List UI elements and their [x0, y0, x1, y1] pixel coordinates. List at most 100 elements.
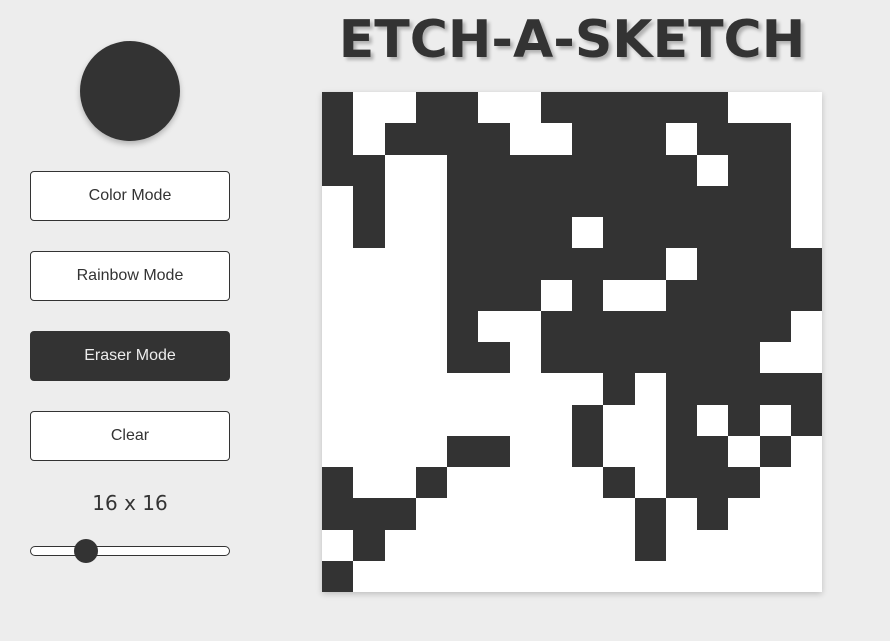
grid-cell[interactable] — [572, 310, 604, 342]
grid-cell[interactable] — [728, 92, 760, 124]
grid-cell[interactable] — [790, 342, 822, 374]
color-picker[interactable] — [80, 41, 180, 141]
grid-cell[interactable] — [509, 560, 541, 592]
grid-cell[interactable] — [384, 279, 416, 311]
grid-cell[interactable] — [353, 217, 385, 249]
grid-cell[interactable] — [322, 435, 354, 467]
grid-cell[interactable] — [790, 529, 822, 561]
grid-cell[interactable] — [697, 529, 729, 561]
grid-cell[interactable] — [384, 92, 416, 124]
grid-cell[interactable] — [603, 92, 635, 124]
grid-cell[interactable] — [509, 435, 541, 467]
grid-cell[interactable] — [572, 467, 604, 499]
grid-cell[interactable] — [603, 279, 635, 311]
grid-cell[interactable] — [384, 342, 416, 374]
grid-cell[interactable] — [572, 498, 604, 530]
grid-cell[interactable] — [728, 217, 760, 249]
grid-cell[interactable] — [540, 92, 572, 124]
grid-cell[interactable] — [572, 373, 604, 405]
grid-cell[interactable] — [665, 342, 697, 374]
grid-cell[interactable] — [665, 467, 697, 499]
grid-cell[interactable] — [728, 467, 760, 499]
grid-cell[interactable] — [572, 154, 604, 186]
grid-cell[interactable] — [447, 279, 479, 311]
grid-cell[interactable] — [634, 248, 666, 280]
grid-cell[interactable] — [572, 404, 604, 436]
grid-cell[interactable] — [415, 123, 447, 155]
grid-cell[interactable] — [665, 185, 697, 217]
grid-cell[interactable] — [322, 92, 354, 124]
grid-cell[interactable] — [572, 123, 604, 155]
grid-cell[interactable] — [478, 435, 510, 467]
grid-cell[interactable] — [353, 123, 385, 155]
grid-cell[interactable] — [415, 92, 447, 124]
grid-cell[interactable] — [415, 342, 447, 374]
grid-cell[interactable] — [478, 310, 510, 342]
grid-cell[interactable] — [603, 467, 635, 499]
grid-cell[interactable] — [353, 560, 385, 592]
grid-cell[interactable] — [540, 185, 572, 217]
grid-cell[interactable] — [697, 217, 729, 249]
grid-cell[interactable] — [478, 373, 510, 405]
grid-cell[interactable] — [790, 185, 822, 217]
grid-cell[interactable] — [603, 373, 635, 405]
grid-cell[interactable] — [322, 560, 354, 592]
grid-cell[interactable] — [353, 404, 385, 436]
grid-cell[interactable] — [665, 248, 697, 280]
grid-cell[interactable] — [447, 498, 479, 530]
grid-cell[interactable] — [697, 560, 729, 592]
grid-cell[interactable] — [759, 467, 791, 499]
clear-button[interactable]: Clear — [30, 411, 230, 461]
grid-cell[interactable] — [697, 248, 729, 280]
grid-cell[interactable] — [572, 92, 604, 124]
grid-cell[interactable] — [665, 217, 697, 249]
grid-cell[interactable] — [790, 467, 822, 499]
grid-cell[interactable] — [509, 373, 541, 405]
grid-cell[interactable] — [728, 373, 760, 405]
grid-cell[interactable] — [540, 373, 572, 405]
grid-cell[interactable] — [728, 529, 760, 561]
grid-cell[interactable] — [415, 498, 447, 530]
grid-cell[interactable] — [665, 123, 697, 155]
grid-cell[interactable] — [478, 185, 510, 217]
grid-cell[interactable] — [572, 560, 604, 592]
grid-cell[interactable] — [759, 248, 791, 280]
slider-thumb[interactable] — [73, 539, 98, 563]
grid-cell[interactable] — [447, 529, 479, 561]
grid-cell[interactable] — [790, 248, 822, 280]
grid-cell[interactable] — [759, 279, 791, 311]
grid-cell[interactable] — [634, 404, 666, 436]
grid-cell[interactable] — [478, 248, 510, 280]
grid-cell[interactable] — [728, 154, 760, 186]
grid-cell[interactable] — [540, 529, 572, 561]
grid-cell[interactable] — [415, 467, 447, 499]
grid-cell[interactable] — [384, 310, 416, 342]
grid-cell[interactable] — [603, 154, 635, 186]
grid-cell[interactable] — [415, 560, 447, 592]
grid-cell[interactable] — [790, 154, 822, 186]
grid-cell[interactable] — [728, 560, 760, 592]
grid-cell[interactable] — [603, 342, 635, 374]
grid-cell[interactable] — [603, 529, 635, 561]
grid-cell[interactable] — [540, 154, 572, 186]
grid-cell[interactable] — [603, 217, 635, 249]
grid-cell[interactable] — [728, 310, 760, 342]
grid-cell[interactable] — [697, 92, 729, 124]
grid-cell[interactable] — [572, 529, 604, 561]
grid-cell[interactable] — [509, 154, 541, 186]
grid-cell[interactable] — [697, 310, 729, 342]
grid-cell[interactable] — [509, 498, 541, 530]
grid-cell[interactable] — [322, 373, 354, 405]
grid-cell[interactable] — [447, 123, 479, 155]
grid-cell[interactable] — [665, 404, 697, 436]
grid-cell[interactable] — [415, 529, 447, 561]
grid-cell[interactable] — [447, 404, 479, 436]
grid-cell[interactable] — [384, 498, 416, 530]
grid-cell[interactable] — [572, 342, 604, 374]
grid-cell[interactable] — [322, 248, 354, 280]
grid-cell[interactable] — [478, 279, 510, 311]
grid-cell[interactable] — [603, 248, 635, 280]
grid-cell[interactable] — [634, 154, 666, 186]
grid-cell[interactable] — [478, 123, 510, 155]
grid-cell[interactable] — [759, 217, 791, 249]
